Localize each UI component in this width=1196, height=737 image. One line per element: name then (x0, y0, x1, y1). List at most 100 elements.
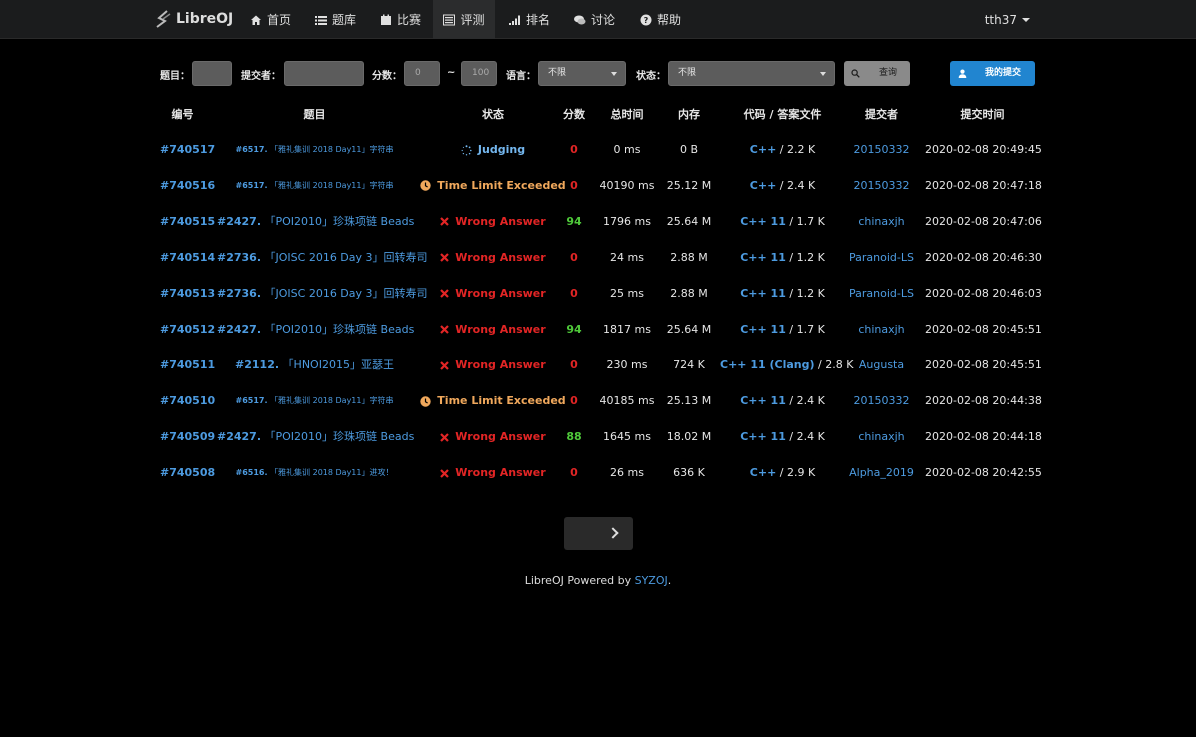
status-link[interactable]: Wrong Answer (413, 204, 573, 240)
code-language-link[interactable]: C++ 11 (740, 287, 786, 300)
nav-help[interactable]: ? 帮助 (640, 0, 681, 39)
brand-logo[interactable]: LibreOJ (156, 9, 233, 29)
submitter-link[interactable]: Paranoid-LS (845, 276, 918, 312)
problem-link[interactable]: #2427. 「POI2010」珍珠项链 Beads (217, 312, 414, 348)
status-link[interactable]: Wrong Answer (413, 276, 573, 312)
status-text: Wrong Answer (455, 214, 546, 228)
query-button-label: 查询 (879, 68, 898, 78)
status-link[interactable]: Wrong Answer (413, 240, 573, 276)
close-icon (440, 325, 450, 334)
total-time: 26 ms (610, 466, 644, 480)
code-info: C++ 11 / 1.7 K (720, 204, 845, 240)
nav-submissions[interactable]: 评测 (433, 0, 495, 39)
nav-home[interactable]: 首页 (250, 0, 291, 39)
submit-time: 2020-02-08 20:49:45 (925, 143, 1042, 156)
submitter-link[interactable]: Augusta (845, 347, 918, 383)
my-submissions-button[interactable]: 我的提交 (950, 61, 1035, 86)
code-language-link[interactable]: C++ (750, 466, 777, 479)
submission-id-link[interactable]: #740514 (160, 240, 215, 276)
header-problem: 题目 (303, 108, 326, 121)
problem-title: 「POI2010」珍珠项链 Beads (264, 214, 415, 228)
brand-name: LibreOJ (176, 11, 234, 27)
status-select[interactable]: 不限 (668, 61, 835, 86)
status-link[interactable]: Wrong Answer (413, 312, 573, 348)
code-language-link[interactable]: C++ 11 (740, 394, 786, 407)
footer: LibreOJ Powered by SYZOJ. (0, 574, 1196, 587)
problem-link[interactable]: #6517. 「雅礼集训 2018 Day11」字符串 (217, 132, 412, 168)
close-icon (440, 289, 450, 298)
table-row: #740516 #6517. 「雅礼集训 2018 Day11」字符串 Time L… (155, 168, 1042, 204)
submit-time: 2020-02-08 20:44:18 (925, 430, 1042, 444)
problem-link[interactable]: #2736. 「JOISC 2016 Day 3」回转寿司 (217, 240, 428, 276)
submission-id-link[interactable]: #740516 (160, 168, 215, 204)
problem-link[interactable]: #2736. 「JOISC 2016 Day 3」回转寿司 (217, 276, 428, 312)
problem-link[interactable]: #6516. 「雅礼集训 2018 Day11」进攻！ (217, 455, 412, 491)
problem-link[interactable]: #6517. 「雅礼集训 2018 Day11」字符串 (217, 383, 412, 419)
header-id: 编号 (171, 108, 194, 121)
memory: 636 K (673, 466, 705, 480)
code-language-link[interactable]: C++ 11 (740, 323, 786, 336)
status-text: Wrong Answer (455, 250, 546, 264)
query-button[interactable]: 查询 (844, 61, 910, 86)
submitter-link[interactable]: chinaxjh (845, 204, 918, 240)
close-icon (440, 361, 450, 370)
submitter-link[interactable]: chinaxjh (845, 312, 918, 348)
problem-link[interactable]: #2427. 「POI2010」珍珠项链 Beads (217, 419, 414, 455)
user-menu[interactable]: tth37 (985, 0, 1030, 39)
problem-filter-input[interactable] (192, 61, 232, 86)
score: 0 (570, 143, 578, 156)
nav-problems[interactable]: 题库 (315, 0, 356, 39)
submit-time: 2020-02-08 20:47:06 (925, 214, 1042, 228)
status-link[interactable]: Judging (413, 132, 573, 168)
libreoj-logo-icon (156, 10, 171, 28)
footer-syzoj-link[interactable]: SYZOJ (635, 574, 668, 587)
problem-link[interactable]: #6517. 「雅礼集训 2018 Day11」字符串 (217, 168, 412, 204)
header-score: 分数 (563, 108, 585, 121)
code-language-link[interactable]: C++ 11 (740, 215, 786, 228)
code-language-link[interactable]: C++ 11 (Clang) (720, 358, 815, 371)
code-language-link[interactable]: C++ (750, 179, 777, 192)
submission-id-link[interactable]: #740511 (160, 347, 215, 383)
submitter-link[interactable]: Paranoid-LS (845, 240, 918, 276)
submission-id-link[interactable]: #740515 (160, 204, 215, 240)
status-link[interactable]: Time Limit Exceeded (413, 383, 573, 419)
code-info: C++ 11 / 1.2 K (720, 240, 845, 276)
status-link[interactable]: Time Limit Exceeded (413, 168, 573, 204)
pagination-next-button[interactable] (564, 517, 633, 550)
submission-id-link[interactable]: #740513 (160, 276, 215, 312)
home-icon (251, 15, 261, 25)
problem-link[interactable]: #2112. 「HNOI2015」亚瑟王 (217, 347, 412, 383)
nav-contests[interactable]: 比赛 (380, 0, 421, 39)
search-icon (851, 69, 860, 78)
nav-ranking[interactable]: 排名 (509, 0, 550, 39)
code-language-link[interactable]: C++ 11 (740, 251, 786, 264)
submitter-filter-input[interactable] (284, 61, 364, 86)
code-language-link[interactable]: C++ 11 (740, 430, 786, 443)
status-link[interactable]: Wrong Answer (413, 455, 573, 491)
submission-id-link[interactable]: #740509 (160, 419, 215, 455)
nav-discussion[interactable]: 讨论 (574, 0, 615, 39)
footer-suffix: . (667, 574, 672, 587)
total-time: 230 ms (606, 358, 648, 372)
score: 88 (566, 430, 582, 444)
submitter-link[interactable]: 20150332 (845, 383, 918, 419)
score-max-input[interactable]: 100 (461, 61, 497, 86)
submission-id-link[interactable]: #740510 (160, 383, 215, 419)
status-link[interactable]: Wrong Answer (413, 347, 573, 383)
total-time: 1817 ms (603, 322, 651, 336)
code-language-link[interactable]: C++ (750, 143, 777, 156)
language-select[interactable]: 不限 (538, 61, 626, 86)
problem-link[interactable]: #2427. 「POI2010」珍珠项链 Beads (217, 204, 415, 240)
submitter-link[interactable]: 20150332 (845, 132, 918, 168)
dropdown-icon (820, 72, 826, 76)
status-link[interactable]: Wrong Answer (413, 419, 573, 455)
status-text: Wrong Answer (455, 466, 546, 480)
submission-id-link[interactable]: #740512 (160, 312, 215, 348)
score-min-input[interactable]: 0 (404, 61, 440, 86)
submitter-link[interactable]: chinaxjh (845, 419, 918, 455)
submitter-link[interactable]: Alpha_2019 (845, 455, 918, 491)
submission-id-link[interactable]: #740508 (160, 455, 215, 491)
total-time: 1796 ms (603, 214, 651, 228)
submitter-link[interactable]: 20150332 (845, 168, 918, 204)
submission-id-link[interactable]: #740517 (160, 132, 215, 168)
